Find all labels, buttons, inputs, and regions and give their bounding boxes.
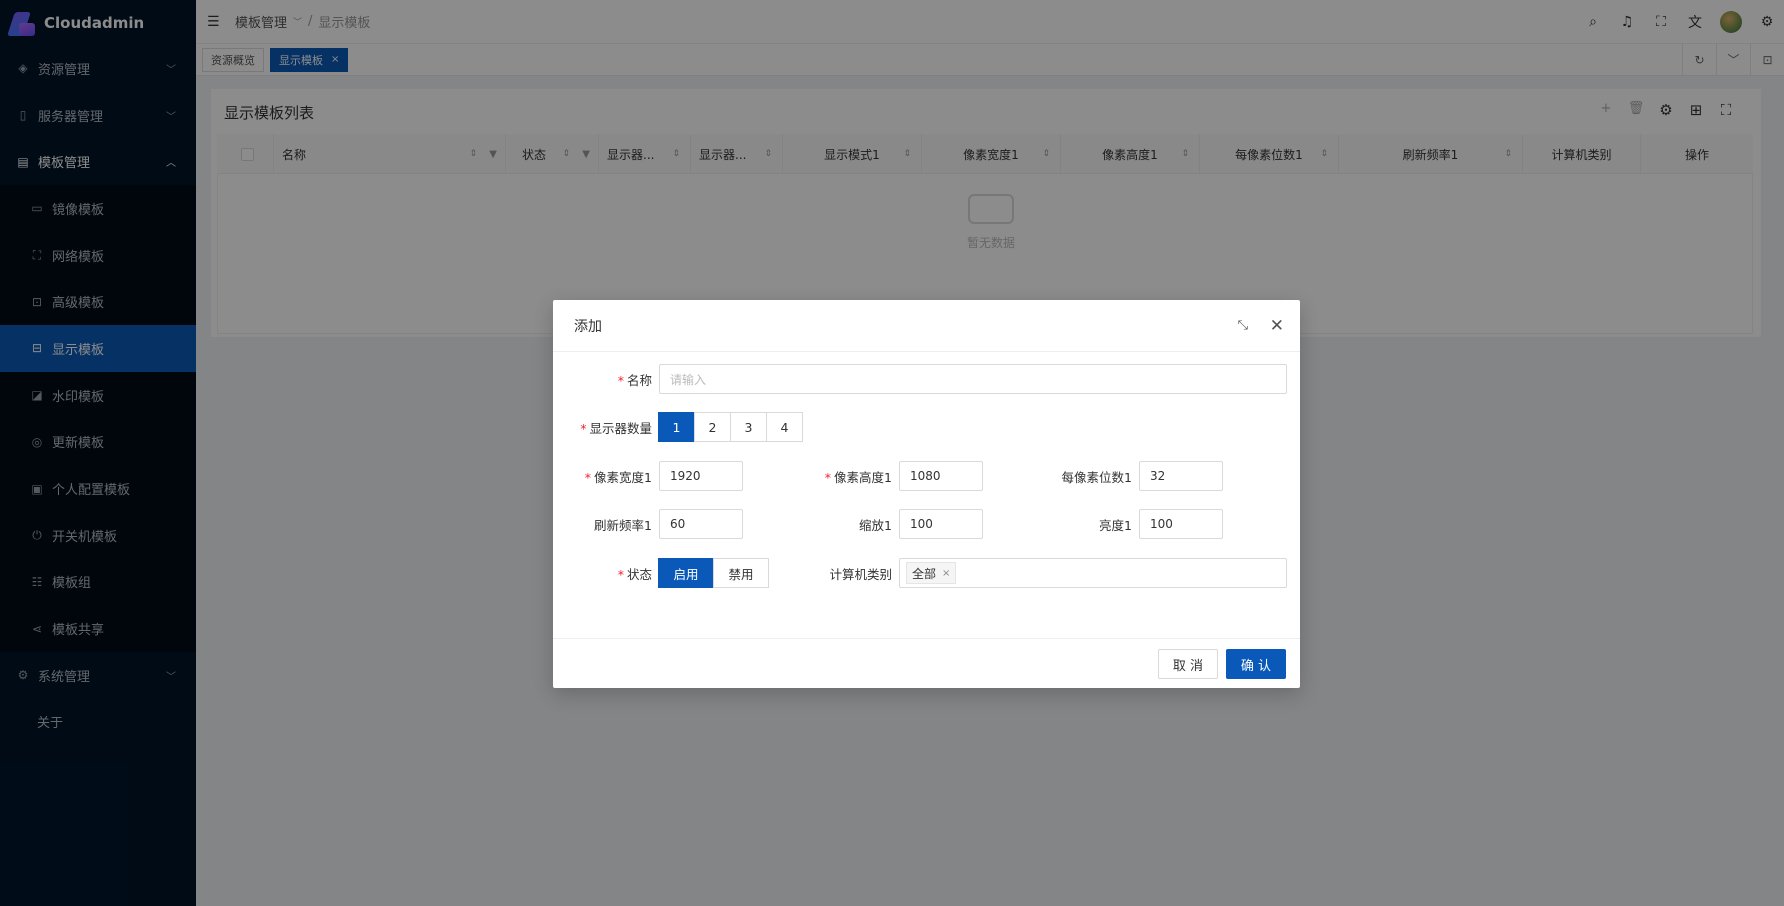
category-tag: 全部 × xyxy=(906,562,957,584)
form-label: * 像素高度1 xyxy=(824,469,892,485)
form-item-monitors: * 显示器数量 1 2 3 4 xyxy=(553,412,803,442)
form-item-width: * 像素宽度1 1920 xyxy=(553,461,743,491)
form-label: * 名称 xyxy=(617,372,652,388)
form-item-category: 计算机类别 全部 × xyxy=(793,558,1287,588)
form-label: * 状态 xyxy=(617,566,652,582)
confirm-button[interactable]: 确 认 xyxy=(1226,649,1286,679)
dialog-header: 添加 ⤡ ✕ xyxy=(553,300,1300,352)
form-label: 每像素位数1 xyxy=(1061,469,1132,485)
close-icon[interactable]: × xyxy=(942,568,950,579)
brightness-input[interactable]: 100 xyxy=(1139,509,1223,539)
status-radio-group: 启用 禁用 xyxy=(658,558,769,588)
pixel-height-input[interactable]: 1080 xyxy=(899,461,983,491)
form-item-refresh: 刷新频率1 60 xyxy=(553,509,743,539)
refresh-rate-input[interactable]: 60 xyxy=(659,509,743,539)
form-item-bpp: 每像素位数1 32 xyxy=(1033,461,1223,491)
form-label: * 显示器数量 xyxy=(580,420,652,436)
cancel-button[interactable]: 取 消 xyxy=(1158,649,1218,679)
monitor-option-3[interactable]: 3 xyxy=(730,412,767,442)
dialog-footer: 取 消 确 认 xyxy=(553,638,1300,688)
pixel-width-input[interactable]: 1920 xyxy=(659,461,743,491)
monitor-option-4[interactable]: 4 xyxy=(766,412,803,442)
form-label: 亮度1 xyxy=(1099,517,1132,533)
form-label: * 像素宽度1 xyxy=(584,469,652,485)
form-item-status: * 状态 启用 禁用 xyxy=(553,558,769,588)
monitor-count-radio-group: 1 2 3 4 xyxy=(658,412,803,442)
form-label: 缩放1 xyxy=(859,517,892,533)
maximize-icon[interactable]: ⤡ xyxy=(1238,318,1248,333)
form-item-zoom: 缩放1 100 xyxy=(793,509,983,539)
form-item-name: * 名称 请输入 xyxy=(553,364,1287,394)
dialog-body: * 名称 请输入 * 显示器数量 1 2 3 4 * 像素宽度1 1920 * 像素高度… xyxy=(553,352,1300,638)
dialog-title: 添加 xyxy=(574,318,602,335)
form-item-height: * 像素高度1 1080 xyxy=(793,461,983,491)
form-label: 计算机类别 xyxy=(829,566,892,582)
form-label: 刷新频率1 xyxy=(594,517,652,533)
close-icon[interactable]: ✕ xyxy=(1270,316,1284,336)
bits-per-pixel-input[interactable]: 32 xyxy=(1139,461,1223,491)
status-disabled-option[interactable]: 禁用 xyxy=(713,558,769,588)
form-item-brightness: 亮度1 100 xyxy=(1033,509,1223,539)
computer-category-select[interactable]: 全部 × xyxy=(899,558,1287,588)
monitor-option-1[interactable]: 1 xyxy=(658,412,695,442)
status-enabled-option[interactable]: 启用 xyxy=(658,558,714,588)
name-input[interactable]: 请输入 xyxy=(659,364,1287,394)
add-dialog: 添加 ⤡ ✕ * 名称 请输入 * 显示器数量 1 2 3 4 * 像素宽度1 192… xyxy=(553,300,1300,688)
monitor-option-2[interactable]: 2 xyxy=(694,412,731,442)
zoom-input[interactable]: 100 xyxy=(899,509,983,539)
